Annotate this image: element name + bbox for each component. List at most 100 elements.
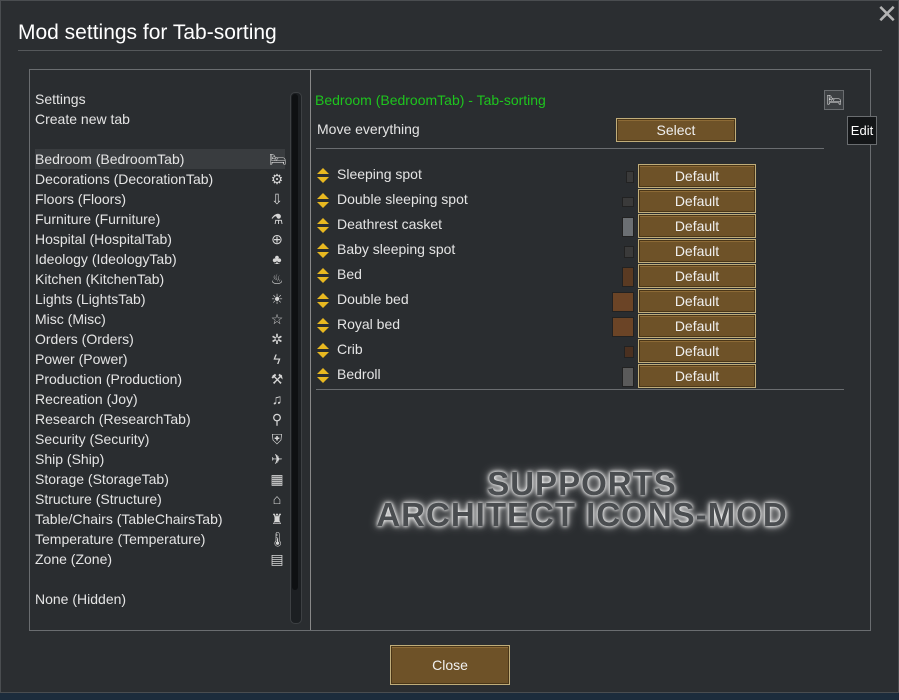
- sidebar-item-tab[interactable]: Lights (LightsTab) ☀: [35, 289, 285, 309]
- sidebar-item-tab[interactable]: Structure (Structure) ⌂: [35, 489, 285, 509]
- arrow-down-icon[interactable]: [317, 352, 329, 358]
- gamepad-icon: ♫: [271, 391, 283, 407]
- plane-icon: ✈: [271, 451, 283, 467]
- default-button[interactable]: Default: [638, 239, 756, 263]
- sidebar-item-tab[interactable]: Ideology (IdeologyTab) ♣: [35, 249, 285, 269]
- reorder-arrows-icon[interactable]: [317, 218, 329, 234]
- arrow-up-icon[interactable]: [317, 343, 329, 349]
- reorder-arrows-icon[interactable]: [317, 243, 329, 259]
- sidebar-item-tab[interactable]: Zone (Zone) ▤: [35, 549, 285, 569]
- default-button[interactable]: Default: [638, 214, 756, 238]
- sidebar-item-label: Production (Production): [35, 371, 183, 387]
- item-row: Bed Default: [316, 264, 776, 289]
- reorder-arrows-icon[interactable]: [317, 368, 329, 384]
- sidebar-item-label: Temperature (Temperature): [35, 531, 206, 547]
- sidebar-item-tab[interactable]: Recreation (Joy) ♫: [35, 389, 285, 409]
- promo-banner: SUPPORTS ARCHITECT ICONS-MOD: [322, 467, 842, 531]
- arrow-up-icon[interactable]: [317, 368, 329, 374]
- item-row: Sleeping spot Default: [316, 164, 776, 189]
- reorder-arrows-icon[interactable]: [317, 268, 329, 284]
- sidebar-item-tab[interactable]: Orders (Orders) ✲: [35, 329, 285, 349]
- reorder-arrows-icon[interactable]: [317, 293, 329, 309]
- default-button[interactable]: Default: [638, 289, 756, 313]
- arrow-down-icon[interactable]: [317, 227, 329, 233]
- arrow-down-icon[interactable]: [317, 377, 329, 383]
- star-icon: ☆: [270, 311, 284, 327]
- sidebar-scrollbar-thumb[interactable]: [292, 94, 298, 590]
- arrow-down-icon[interactable]: [317, 202, 329, 208]
- tab-list-panel: Settings Create new tab Bedroom (Bedroom…: [30, 70, 310, 630]
- reorder-arrows-icon[interactable]: [317, 343, 329, 359]
- bed-icon[interactable]: 🛏: [824, 90, 844, 110]
- default-button[interactable]: Default: [638, 264, 756, 288]
- chair-icon: ♜: [270, 511, 284, 527]
- item-thumbnail-icon: [624, 346, 634, 358]
- item-row: Bedroll Default: [316, 364, 776, 389]
- arrow-down-icon[interactable]: [317, 327, 329, 333]
- sidebar-item-create-new-tab[interactable]: Create new tab: [35, 109, 285, 129]
- sidebar-item-tab[interactable]: Table/Chairs (TableChairsTab) ♜: [35, 509, 285, 529]
- panel-divider: [310, 70, 311, 630]
- arrow-up-icon[interactable]: [317, 168, 329, 174]
- reorder-arrows-icon[interactable]: [317, 193, 329, 209]
- arrow-up-icon[interactable]: [317, 243, 329, 249]
- lightning-icon: ϟ: [273, 351, 281, 367]
- sidebar-item-label: Research (ResearchTab): [35, 411, 191, 427]
- sidebar-item-tab[interactable]: Misc (Misc) ☆: [35, 309, 285, 329]
- sidebar-item-tab[interactable]: Temperature (Temperature) 🌡: [35, 529, 287, 549]
- sidebar-item-hidden[interactable]: None (Hidden): [35, 589, 285, 609]
- close-icon[interactable]: ✕: [874, 1, 899, 27]
- sidebar-item-tab[interactable]: Storage (StorageTab) ▦: [35, 469, 285, 489]
- arrow-up-icon[interactable]: [317, 268, 329, 274]
- arrow-down-icon[interactable]: [317, 302, 329, 308]
- sidebar-item-tab[interactable]: Floors (Floors) ⇩: [35, 189, 285, 209]
- sidebar-item-tab[interactable]: Power (Power) ϟ: [35, 349, 285, 369]
- sidebar-item-label: Structure (Structure): [35, 491, 162, 507]
- thermometer-icon: 🌡: [269, 531, 287, 547]
- wrench-icon: ⚒: [270, 371, 284, 387]
- lamp-icon: ⚗: [270, 211, 284, 227]
- item-thumbnail-icon: [612, 317, 634, 337]
- default-button[interactable]: Default: [638, 364, 756, 388]
- default-button[interactable]: Default: [638, 164, 756, 188]
- item-row: Deathrest casket Default: [316, 214, 776, 239]
- arrow-down-icon[interactable]: [317, 177, 329, 183]
- shelf-icon: ▦: [270, 471, 284, 487]
- arrow-down-icon[interactable]: [317, 277, 329, 283]
- sidebar-item-tab[interactable]: Bedroom (BedroomTab) 🛏: [35, 149, 287, 169]
- arrow-up-icon[interactable]: [317, 218, 329, 224]
- section-divider: [316, 389, 844, 390]
- item-thumbnail-icon: [624, 246, 634, 258]
- default-button[interactable]: Default: [638, 339, 756, 363]
- reorder-arrows-icon[interactable]: [317, 168, 329, 184]
- sidebar-item-tab[interactable]: Ship (Ship) ✈: [35, 449, 285, 469]
- sidebar-item-tab[interactable]: Decorations (DecorationTab) ⚙: [35, 169, 285, 189]
- sidebar-item-tab[interactable]: Hospital (HospitalTab) ⊕: [35, 229, 285, 249]
- house-icon: ⌂: [272, 491, 282, 507]
- sidebar-item-tab[interactable]: Security (Security) ⛨: [35, 429, 285, 449]
- sidebar-item-settings[interactable]: Settings: [35, 89, 285, 109]
- sidebar-item-label: Misc (Misc): [35, 311, 106, 327]
- default-button[interactable]: Default: [638, 189, 756, 213]
- arrow-up-icon[interactable]: [317, 293, 329, 299]
- arrow-down-icon[interactable]: [317, 252, 329, 258]
- close-button[interactable]: Close: [390, 645, 510, 685]
- sidebar-item-tab[interactable]: Furniture (Furniture) ⚗: [35, 209, 285, 229]
- reorder-arrows-icon[interactable]: [317, 318, 329, 334]
- sidebar-item-label: Zone (Zone): [35, 551, 113, 567]
- sidebar-item-tab[interactable]: Production (Production) ⚒: [35, 369, 285, 389]
- cog-icon: ✲: [271, 331, 283, 347]
- sidebar-item-label: Storage (StorageTab): [35, 471, 169, 487]
- arrow-up-icon[interactable]: [317, 318, 329, 324]
- item-name: Double sleeping spot: [337, 191, 468, 207]
- item-row: Crib Default: [316, 339, 776, 364]
- arrow-up-icon[interactable]: [317, 193, 329, 199]
- select-button[interactable]: Select: [616, 118, 736, 142]
- sidebar-item-tab[interactable]: Research (ResearchTab) ⚲: [35, 409, 285, 429]
- sidebar-item-tab[interactable]: Kitchen (KitchenTab) ♨: [35, 269, 285, 289]
- item-row: Double sleeping spot Default: [316, 189, 776, 214]
- sidebar-item-label: Security (Security): [35, 431, 150, 447]
- sidebar-item-label: Ship (Ship): [35, 451, 105, 467]
- item-name: Double bed: [337, 291, 409, 307]
- default-button[interactable]: Default: [638, 314, 756, 338]
